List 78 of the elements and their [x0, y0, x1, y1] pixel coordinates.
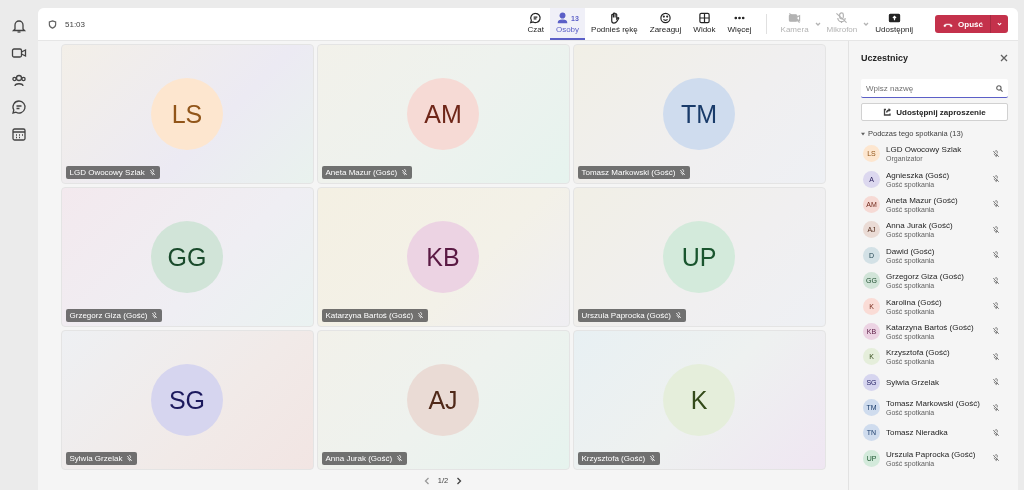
participant-name: Urszula Paprocka (Gość): [886, 449, 977, 459]
avatar: AM: [407, 78, 479, 150]
shield-icon: [48, 19, 57, 29]
participant-name: Grzegorz Giza (Gość): [886, 272, 965, 282]
participant-name: Sylwia Grzelak: [69, 454, 123, 463]
participant-name: Aneta Mazur (Gość): [325, 168, 398, 177]
participant-name: LGD Owocowy Szlak: [886, 145, 963, 155]
panel-title: Uczestnicy: [861, 53, 909, 63]
share-invite-button[interactable]: Udostępnij zaproszenie: [861, 103, 1008, 121]
muted-microphone-icon[interactable]: [992, 429, 1000, 437]
next-page-icon[interactable]: [456, 476, 463, 485]
chat-icon[interactable]: [11, 99, 27, 115]
search-icon: [996, 85, 1003, 92]
participant-name: Urszula Paprocka (Gość): [581, 311, 671, 320]
participant-name: LGD Owocowy Szlak: [69, 168, 145, 177]
muted-microphone-icon[interactable]: [992, 403, 1000, 412]
participant-name: Krzysztofa (Gość): [581, 454, 646, 463]
muted-microphone-icon[interactable]: [992, 200, 1000, 209]
participant-name: Agnieszka (Gość): [886, 170, 951, 180]
participant-name: Tomasz Nieradka: [886, 428, 949, 438]
toolbar-button[interactable]: Podnieś rękę: [585, 8, 644, 40]
muted-microphone-icon[interactable]: [992, 149, 1000, 158]
people-icon[interactable]: [11, 72, 27, 88]
bell-icon[interactable]: [11, 18, 27, 34]
video-camera-icon[interactable]: [11, 45, 27, 61]
caret-icon[interactable]: [863, 21, 870, 27]
participant-name: Katarzyna Bartoś (Gość): [325, 311, 414, 320]
camera-off-icon: [788, 12, 802, 24]
close-icon[interactable]: [1000, 54, 1008, 62]
muted-microphone-icon[interactable]: [992, 454, 1000, 463]
person-icon: [556, 12, 570, 24]
toolbar-button[interactable]: Czat: [521, 8, 550, 40]
caret-icon: [997, 21, 1002, 27]
phone-hangup-icon: [943, 20, 954, 28]
muted-microphone-icon[interactable]: [992, 225, 1000, 234]
share-screen-icon: [887, 12, 901, 24]
leave-button[interactable]: Opuść: [935, 15, 991, 33]
muted-microphone-icon[interactable]: [992, 276, 1000, 285]
muted-microphone-icon[interactable]: [992, 352, 1000, 361]
avatar: TM: [663, 78, 735, 150]
avatar: AJ: [407, 364, 479, 436]
participant-name: Tomasz Markowski (Gość): [886, 399, 981, 409]
caret-icon[interactable]: [814, 21, 821, 27]
participant-name: Dawid (Gość): [886, 246, 936, 256]
participant-name: Sylwia Grzelak: [886, 377, 940, 387]
participant-name: Aneta Mazur (Gość): [886, 195, 959, 205]
avatar: GG: [151, 221, 223, 293]
participant-name: Grzegorz Giza (Gość): [69, 311, 148, 320]
toolbar-button[interactable]: Udostępnij: [869, 8, 920, 40]
microphone-off-icon: [835, 12, 849, 24]
previous-page-icon[interactable]: [423, 476, 430, 485]
participant-name: Katarzyna Bartoś (Gość): [886, 322, 975, 332]
chat-icon: [529, 12, 543, 24]
participant-name: Krzysztofa (Gość): [886, 348, 951, 358]
meeting-timer: 51:03: [65, 19, 86, 29]
smiley-icon: [659, 12, 673, 24]
participant-name: Anna Jurak (Gość): [325, 454, 393, 463]
avatar: SG: [151, 364, 223, 436]
participant-name: Tomasz Markowski (Gość): [581, 168, 676, 177]
participant-name: Anna Jurak (Gość): [886, 221, 954, 231]
toolbar-button[interactable]: Zareaguj: [643, 8, 688, 40]
avatar: LS: [151, 78, 223, 150]
toolbar-button[interactable]: Widok: [687, 8, 722, 40]
avatar: KB: [407, 221, 479, 293]
muted-microphone-icon[interactable]: [992, 175, 1000, 184]
avatar: UP: [663, 221, 735, 293]
muted-microphone-icon[interactable]: [992, 378, 1000, 387]
participant-name: Karolina (Gość): [886, 297, 943, 307]
grid-icon: [697, 12, 711, 24]
muted-microphone-icon[interactable]: [992, 327, 1000, 336]
avatar: K: [663, 364, 735, 436]
muted-microphone-icon[interactable]: [992, 251, 1000, 260]
calendar-icon[interactable]: [11, 126, 27, 142]
search-field[interactable]: Wpisz nazwę: [861, 79, 1008, 98]
toolbar-button[interactable]: Więcej: [721, 8, 758, 40]
share-icon: [883, 108, 892, 116]
leave-options-button[interactable]: [990, 15, 1008, 33]
muted-microphone-icon[interactable]: [992, 302, 1000, 311]
